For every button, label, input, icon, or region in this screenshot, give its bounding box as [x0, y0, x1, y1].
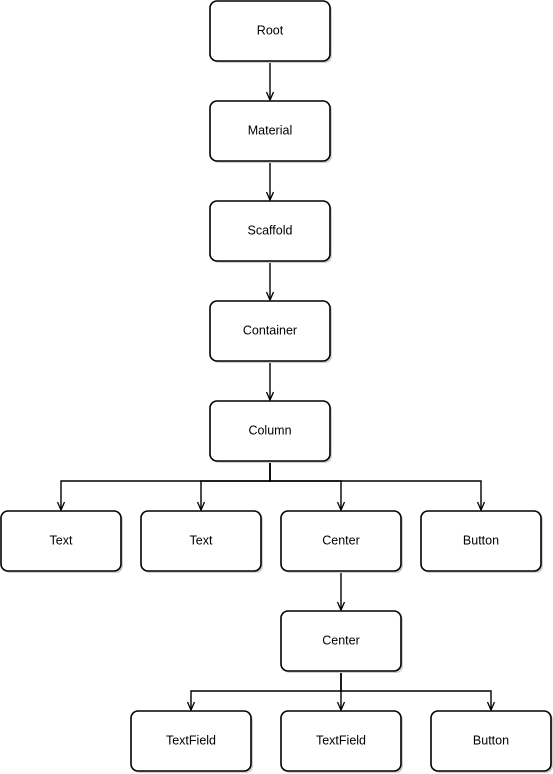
node-root: Root — [209, 0, 332, 63]
nodes-layer: Root Material Scaffold Container Column Text T… — [0, 0, 553, 773]
node-container: Container — [209, 300, 332, 363]
node-textfield1: TextField — [130, 710, 253, 773]
node-label: Text — [50, 533, 73, 547]
edge-center2-to-textfield1 — [190, 671, 342, 710]
widget-tree-diagram: Root Material Scaffold Container Column Text T… — [0, 0, 553, 773]
node-text2: Text — [140, 510, 263, 573]
node-label: Center — [322, 533, 360, 547]
node-button2: Button — [430, 710, 553, 773]
edge-column-to-button1 — [269, 461, 482, 510]
node-column: Column — [209, 400, 332, 463]
edge-column-to-center1 — [269, 461, 342, 510]
node-scaffold: Scaffold — [209, 200, 332, 263]
node-center1: Center — [280, 510, 403, 573]
node-label: Scaffold — [248, 223, 293, 237]
node-label: TextField — [316, 733, 366, 747]
node-center2: Center — [280, 610, 403, 673]
node-textfield2: TextField — [280, 710, 403, 773]
node-label: Column — [248, 423, 291, 437]
node-label: Root — [257, 23, 284, 37]
edge-column-to-text1 — [60, 461, 271, 510]
node-label: TextField — [166, 733, 216, 747]
edge-center2-to-button2 — [340, 671, 492, 710]
node-label: Container — [243, 323, 297, 337]
node-label: Center — [322, 633, 360, 647]
node-text1: Text — [0, 510, 123, 573]
edge-column-to-text2 — [200, 461, 271, 510]
node-label: Material — [248, 123, 292, 137]
node-material: Material — [209, 100, 332, 163]
node-label: Button — [473, 733, 509, 747]
node-label: Button — [463, 533, 499, 547]
node-label: Text — [190, 533, 213, 547]
node-button1: Button — [420, 510, 543, 573]
